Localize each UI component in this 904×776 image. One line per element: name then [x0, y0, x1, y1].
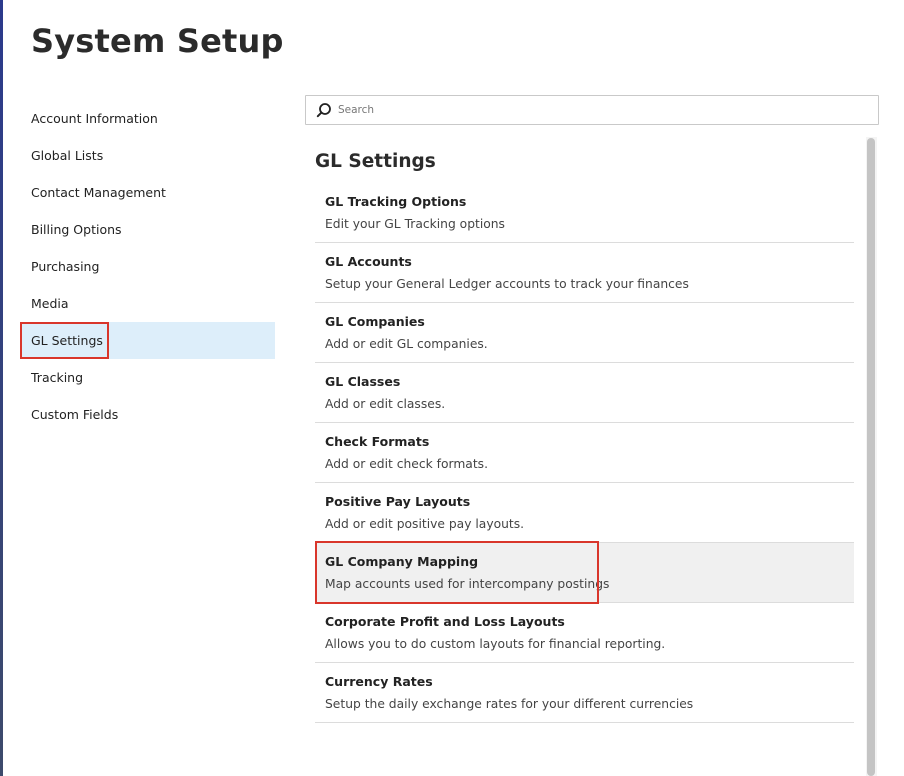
sidebar-item-contact-management[interactable]: Contact Management — [20, 174, 275, 211]
section-title: GL Settings — [315, 151, 436, 172]
system-setup-page: System Setup Account Information Global L… — [0, 0, 904, 776]
sidebar-item-label: Global Lists — [31, 148, 104, 163]
sidebar-item-tracking[interactable]: Tracking — [20, 359, 275, 396]
sidebar-item-label: Contact Management — [31, 185, 166, 200]
setting-item-gl-classes[interactable]: GL Classes Add or edit classes. — [315, 363, 854, 423]
setting-description: Add or edit check formats. — [325, 457, 488, 471]
setting-description: Add or edit positive pay layouts. — [325, 517, 525, 531]
setting-description: Edit your GL Tracking options — [325, 217, 505, 231]
setting-description: Allows you to do custom layouts for fina… — [325, 637, 666, 651]
sidebar-item-account-information[interactable]: Account Information — [20, 100, 275, 137]
sidebar-item-label: Media — [31, 296, 69, 311]
setting-name: GL Accounts — [325, 254, 412, 269]
setting-item-currency-rates[interactable]: Currency Rates Setup the daily exchange r… — [315, 663, 854, 723]
setting-item-check-formats[interactable]: Check Formats Add or edit check formats. — [315, 423, 854, 483]
search-input[interactable] — [338, 104, 858, 116]
sidebar-item-label: Purchasing — [31, 259, 100, 274]
search-box[interactable] — [305, 95, 879, 125]
sidebar-item-global-lists[interactable]: Global Lists — [20, 137, 275, 174]
sidebar-item-label: Tracking — [31, 370, 84, 385]
sidebar-item-gl-settings[interactable]: GL Settings — [20, 322, 275, 359]
settings-list: GL Tracking Options Edit your GL Tracking… — [315, 183, 854, 723]
setting-name: Check Formats — [325, 434, 430, 449]
setting-description: Setup the daily exchange rates for your … — [325, 697, 694, 711]
setting-name: GL Tracking Options — [325, 194, 467, 209]
sidebar-item-billing-options[interactable]: Billing Options — [20, 211, 275, 248]
setting-item-gl-tracking-options[interactable]: GL Tracking Options Edit your GL Tracking… — [315, 183, 854, 243]
scrollbar-thumb[interactable] — [867, 138, 875, 776]
sidebar-item-label: Custom Fields — [31, 407, 119, 422]
setting-name: Corporate Profit and Loss Layouts — [325, 614, 565, 629]
setting-name: GL Companies — [325, 314, 425, 329]
setting-item-gl-companies[interactable]: GL Companies Add or edit GL companies. — [315, 303, 854, 363]
highlight-box — [315, 541, 599, 604]
sidebar-item-label: Billing Options — [31, 222, 122, 237]
sidebar-item-label: Account Information — [31, 111, 158, 126]
sidebar-item-custom-fields[interactable]: Custom Fields — [20, 396, 275, 433]
window-edge — [0, 0, 3, 776]
setting-item-gl-company-mapping[interactable]: GL Company Mapping Map accounts used for … — [315, 541, 854, 604]
setting-name: Currency Rates — [325, 674, 433, 689]
setting-name: Positive Pay Layouts — [325, 494, 471, 509]
sidebar-item-media[interactable]: Media — [20, 285, 275, 322]
page-title: System Setup — [31, 22, 284, 60]
setting-description: Setup your General Ledger accounts to tr… — [325, 277, 689, 291]
sidebar-nav: Account Information Global Lists Contact M… — [20, 100, 275, 433]
setting-name: GL Classes — [325, 374, 401, 389]
setting-item-positive-pay-layouts[interactable]: Positive Pay Layouts Add or edit positive… — [315, 483, 854, 543]
sidebar-item-purchasing[interactable]: Purchasing — [20, 248, 275, 285]
search-icon — [316, 102, 332, 118]
setting-item-gl-accounts[interactable]: GL Accounts Setup your General Ledger acc… — [315, 243, 854, 303]
sidebar-item-label: GL Settings — [20, 322, 109, 359]
setting-item-corporate-profit-and-loss-layouts[interactable]: Corporate Profit and Loss Layouts Allows … — [315, 603, 854, 663]
setting-description: Add or edit classes. — [325, 397, 446, 411]
setting-description: Add or edit GL companies. — [325, 337, 488, 351]
